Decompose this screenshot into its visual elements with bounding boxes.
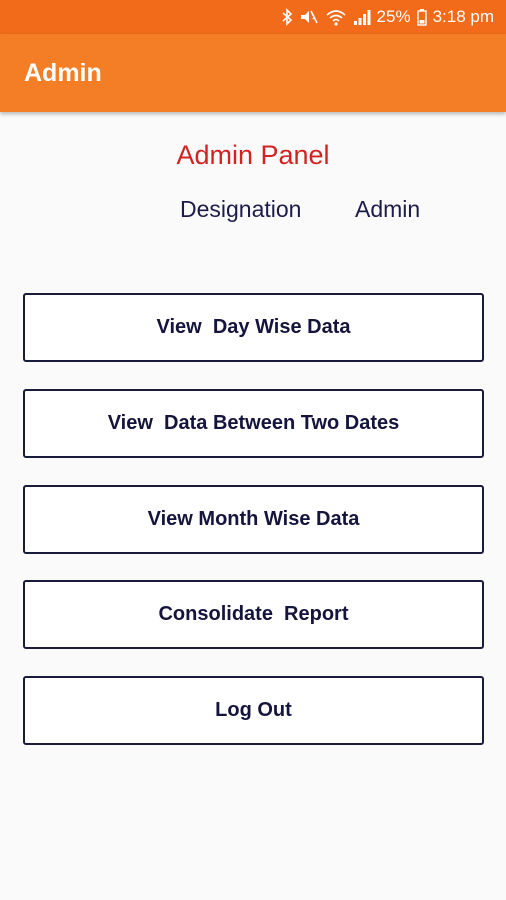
wifi-icon: [325, 8, 347, 26]
battery-icon: [416, 8, 427, 26]
app-title: Admin: [24, 58, 102, 87]
view-day-wise-data-button[interactable]: View Day Wise Data: [23, 293, 484, 362]
view-month-wise-data-button[interactable]: View Month Wise Data: [23, 485, 484, 554]
designation-label: Designation: [180, 196, 302, 222]
battery-percent: 25%: [376, 7, 411, 26]
status-bar: 25% 3:18 pm: [0, 0, 506, 34]
mute-icon: [299, 8, 319, 26]
consolidate-report-button[interactable]: Consolidate Report: [23, 580, 484, 649]
signal-icon: [353, 8, 371, 26]
view-data-between-two-dates-button[interactable]: View Data Between Two Dates: [23, 389, 484, 458]
clock: 3:18 pm: [432, 7, 494, 26]
panel-title: Admin Panel: [176, 140, 330, 170]
app-bar: Admin: [0, 34, 506, 112]
bluetooth-icon: [281, 8, 293, 26]
designation-value: Admin: [355, 196, 421, 222]
log-out-button[interactable]: Log Out: [23, 676, 484, 745]
